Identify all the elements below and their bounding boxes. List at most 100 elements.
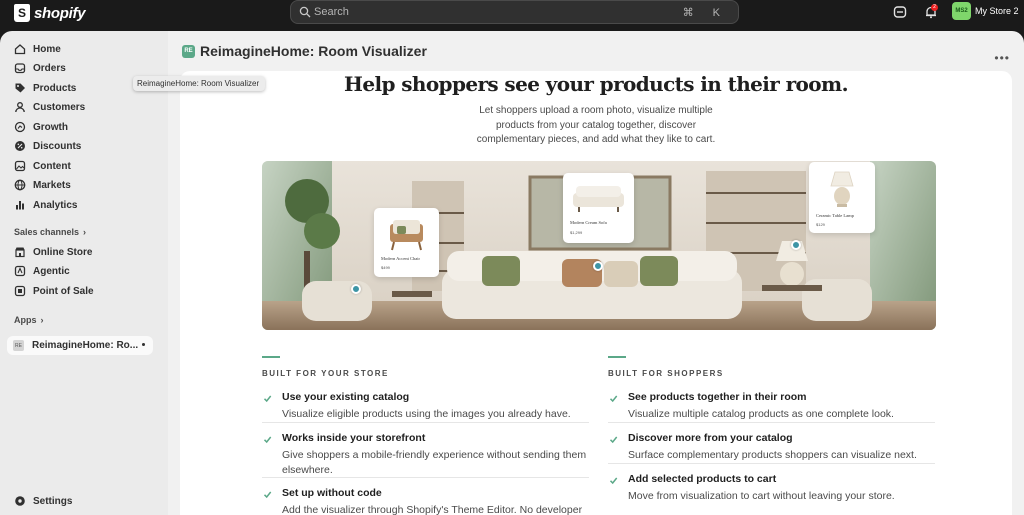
column-label: BUILT FOR SHOPPERS: [608, 369, 724, 378]
feature-description: Give shoppers a mobile-friendly experien…: [282, 449, 587, 476]
divider: [262, 422, 589, 423]
sidebar-item-point-of-sale[interactable]: Point of Sale: [8, 282, 156, 300]
hotspot-sofa[interactable]: [593, 261, 603, 271]
feature-description: Move from visualization to cart without …: [628, 490, 895, 502]
product-price: $1,299: [570, 230, 583, 235]
store-name[interactable]: My Store 2: [975, 6, 1019, 16]
sidebar-item-label: Agentic: [33, 265, 70, 277]
feature-title: Add selected products to cart: [628, 473, 777, 485]
product-card-chair[interactable]: Modern Accent Chair $499: [374, 208, 439, 277]
page-title: ReimagineHome: Room Visualizer: [200, 43, 427, 59]
inbox-icon: [14, 63, 26, 74]
sidebar-item-label: Content: [33, 160, 71, 172]
content-icon: [14, 160, 26, 172]
sidebar-item-growth[interactable]: Growth: [8, 118, 156, 136]
sidebar-item-label: ReimagineHome: Ro...: [32, 340, 139, 351]
pin-dot-icon: [142, 343, 145, 346]
product-card-lamp[interactable]: Ceramic Table Lamp $129: [809, 162, 875, 233]
person-icon: [15, 102, 25, 113]
sales-channels-header[interactable]: Sales channels ›: [14, 227, 86, 237]
check-icon: [263, 491, 272, 499]
hero-subtitle: Let shoppers upload a room photo, visual…: [476, 105, 716, 145]
section-label: Sales channels: [14, 227, 80, 237]
check-icon: [609, 477, 618, 485]
growth-icon: [14, 121, 26, 133]
search-input[interactable]: Search ⌘ K: [290, 0, 739, 24]
sidebar-item-agentic[interactable]: Agentic: [8, 262, 156, 280]
apps-header[interactable]: Apps ›: [14, 315, 44, 325]
hotspot-lamp[interactable]: [791, 240, 801, 250]
hotspot-chair[interactable]: [351, 284, 361, 294]
feature-description: Add the visualizer through Shopify's The…: [282, 504, 583, 515]
top-bar: shopify Search ⌘ K 2 MS2 My Store 2: [0, 0, 1024, 31]
sidebar-item-discounts[interactable]: Discounts: [8, 137, 156, 155]
check-icon: [263, 395, 272, 403]
sidebar-item-label: Home: [33, 43, 61, 55]
pos-icon: [14, 285, 26, 297]
search-shortcut: ⌘ K: [682, 7, 728, 19]
lamp-thumbnail: [830, 171, 854, 207]
app-icon: RE: [13, 340, 24, 351]
product-price: $129: [816, 222, 825, 227]
accent-rule: [262, 356, 280, 358]
brand-name: shopify: [34, 4, 86, 22]
feature-description: Surface complementary products shoppers …: [628, 449, 917, 461]
search-placeholder: Search: [314, 6, 349, 18]
sidebar-item-customers[interactable]: Customers: [8, 98, 156, 116]
sidebar: Home Orders Products Customers Growth Di…: [0, 31, 168, 515]
sidekick-icon[interactable]: [893, 5, 907, 19]
sidebar-item-settings[interactable]: Settings: [8, 492, 156, 510]
hero-title: Help shoppers see your products in their…: [344, 72, 849, 96]
tooltip: ReimagineHome: Room Visualizer: [133, 76, 265, 91]
notification-badge: 2: [931, 4, 938, 11]
store-features-column: BUILT FOR YOUR STORE Use your existing c…: [262, 356, 589, 515]
page-header: RE ReimagineHome: Room Visualizer: [182, 43, 427, 59]
check-icon: [609, 436, 618, 444]
globe-icon: [14, 179, 26, 191]
store-avatar[interactable]: MS2: [952, 2, 971, 20]
sidebar-item-home[interactable]: Home: [8, 40, 156, 58]
gear-icon: [15, 496, 25, 506]
chevron-right-icon: ›: [83, 227, 87, 237]
product-name: Modern Cream Sofa: [570, 220, 607, 225]
sidebar-item-orders[interactable]: Orders: [8, 59, 156, 77]
main-content: RE ReimagineHome: Room Visualizer ••• He…: [168, 31, 1024, 515]
section-label: Apps: [14, 315, 37, 325]
sidebar-item-label: Discounts: [33, 140, 82, 152]
sidebar-item-label: Growth: [33, 121, 68, 133]
divider: [608, 463, 935, 464]
sidebar-item-label: Customers: [33, 101, 86, 113]
app-card: Help shoppers see your products in their…: [180, 71, 1012, 515]
sidebar-item-label: Point of Sale: [33, 285, 94, 297]
feature-title: See products together in their room: [628, 391, 807, 403]
feature-title: Discover more from your catalog: [628, 432, 793, 444]
more-actions-icon[interactable]: •••: [994, 51, 1010, 65]
feature-title: Works inside your storefront: [282, 432, 426, 444]
sidebar-item-online-store[interactable]: Online Store: [8, 243, 156, 261]
agentic-icon: [14, 265, 26, 277]
product-price: $499: [381, 265, 390, 270]
product-name: Modern Accent Chair: [381, 256, 420, 261]
home-icon: [14, 44, 26, 55]
room-hero-image: Modern Accent Chair $499 Modern Cream So…: [262, 161, 936, 330]
search-icon: [299, 6, 311, 18]
sofa-thumbnail: [573, 186, 624, 212]
divider: [608, 422, 935, 423]
shopify-bag-icon: [14, 4, 30, 22]
discount-icon: [15, 141, 25, 151]
tag-icon: [15, 83, 25, 93]
accent-rule: [608, 356, 626, 358]
feature-description: Visualize eligible products using the im…: [282, 408, 571, 420]
shopify-logo[interactable]: shopify: [14, 4, 86, 22]
store-icon: [15, 247, 25, 258]
sidebar-item-label: Orders: [33, 62, 66, 74]
product-card-sofa[interactable]: Modern Cream Sofa $1,299: [563, 173, 634, 243]
app-logo-icon: RE: [182, 44, 195, 58]
sidebar-item-content[interactable]: Content: [8, 157, 156, 175]
divider: [262, 477, 589, 478]
sidebar-item-markets[interactable]: Markets: [8, 176, 156, 194]
sidebar-item-analytics[interactable]: Analytics: [8, 196, 156, 214]
sidebar-item-active-app[interactable]: RE ReimagineHome: Ro...: [7, 336, 153, 355]
check-icon: [609, 395, 618, 403]
sidebar-item-label: Markets: [33, 179, 71, 191]
